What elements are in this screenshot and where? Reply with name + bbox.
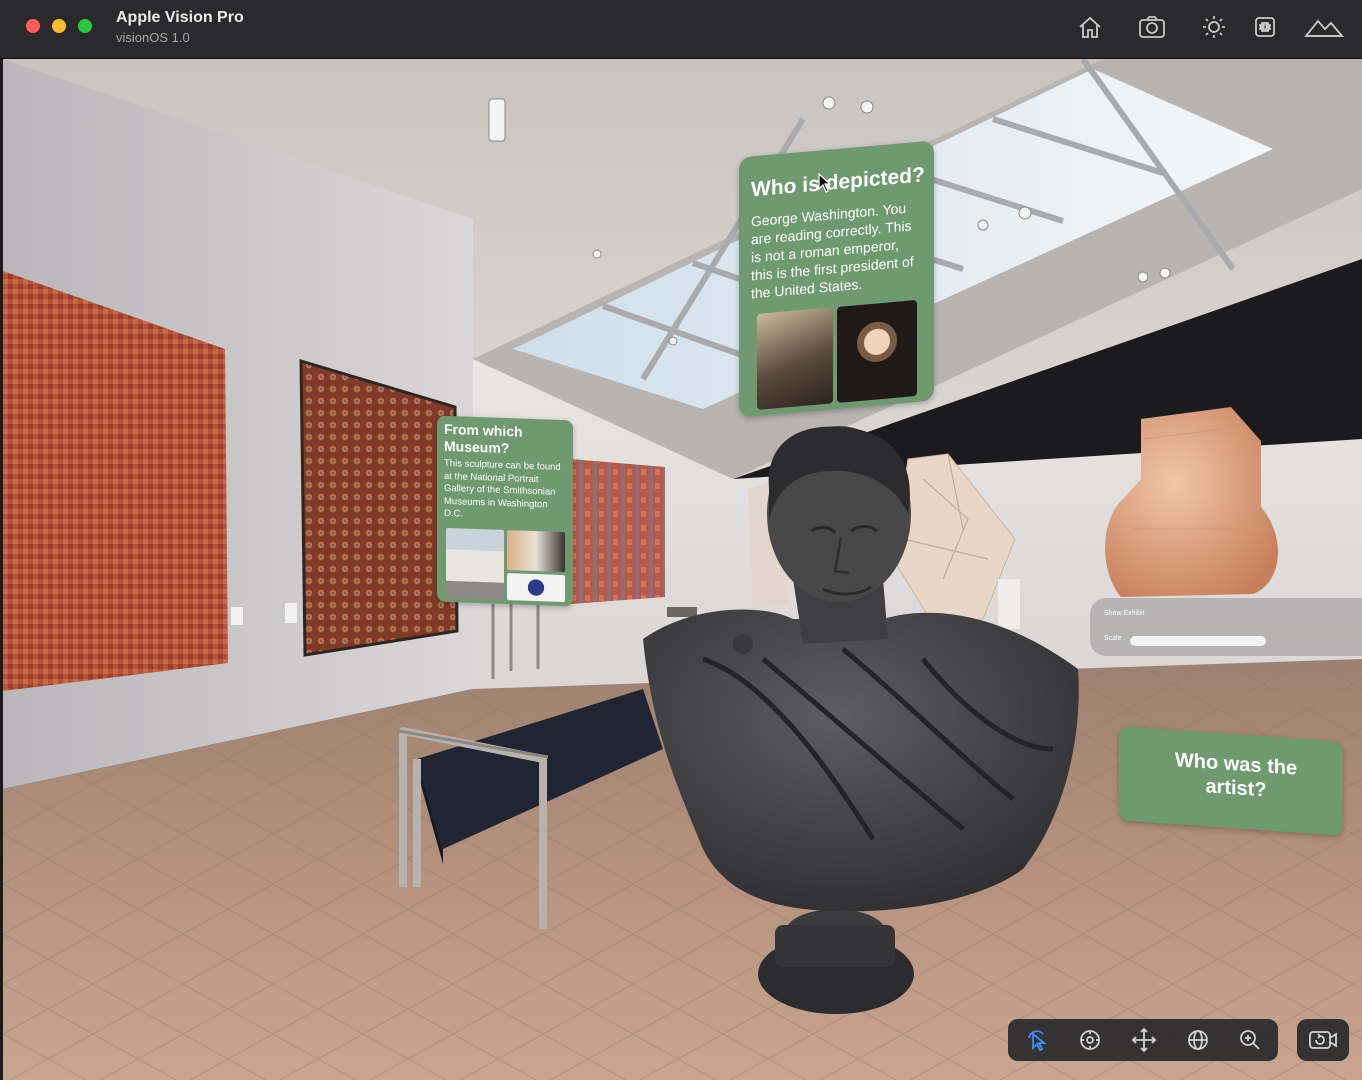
app-subtitle: visionOS 1.0 (116, 30, 190, 45)
close-window-button[interactable] (26, 19, 40, 33)
navigation-toolbar (1008, 1019, 1278, 1061)
who-depicted-panel: Who is depicted? George Washington. You … (739, 140, 934, 418)
simulator-viewport[interactable]: Show Exhibit Scale Who is depicted? Geor… (3, 59, 1362, 1080)
who-was-artist-title: Who was the artist? (1174, 749, 1298, 802)
globe-icon[interactable] (1182, 1026, 1214, 1054)
mouse-cursor-icon (818, 173, 832, 193)
window-titlebar: Apple Vision Pro visionOS 1.0 (0, 0, 1362, 59)
museum-building-image (446, 527, 504, 600)
zoom-icon[interactable] (1234, 1026, 1266, 1054)
app-title: Apple Vision Pro (116, 9, 244, 26)
painting-delaware-crossing-image (757, 307, 833, 410)
command-icon[interactable] (1248, 12, 1282, 42)
show-exhibit-label: Show Exhibit (1104, 610, 1145, 617)
camera-icon[interactable] (1135, 12, 1169, 42)
who-depicted-title: Who is depicted? (751, 163, 925, 202)
museum-panel: From which Museum? This sculpture can be… (437, 415, 573, 607)
minimize-window-button[interactable] (52, 19, 66, 33)
video-camera-icon[interactable] (1297, 1019, 1349, 1061)
who-was-artist-panel[interactable]: Who was the artist? (1119, 726, 1343, 836)
gallery-scene (3, 59, 1362, 1080)
exhibit-controls-panel: Show Exhibit Scale (1090, 598, 1362, 656)
who-depicted-body: George Washington. You are reading corre… (751, 199, 914, 302)
smithsonian-logo-image (507, 573, 565, 603)
select-cursor-icon[interactable] (1020, 1026, 1052, 1054)
zoom-window-button[interactable] (78, 19, 92, 33)
brightness-icon[interactable] (1197, 12, 1231, 42)
orbit-icon[interactable] (1074, 1026, 1106, 1054)
museum-title: From which Museum? (444, 420, 523, 457)
environment-icon[interactable] (1304, 12, 1344, 42)
museum-body: This sculpture can be found at the Natio… (444, 457, 561, 520)
washington-portrait-image (837, 299, 917, 403)
home-icon[interactable] (1073, 12, 1107, 42)
gallery-interior-image (507, 530, 565, 573)
scale-label: Scale (1104, 635, 1122, 642)
pan-move-icon[interactable] (1128, 1026, 1160, 1054)
scale-slider[interactable] (1130, 636, 1266, 646)
